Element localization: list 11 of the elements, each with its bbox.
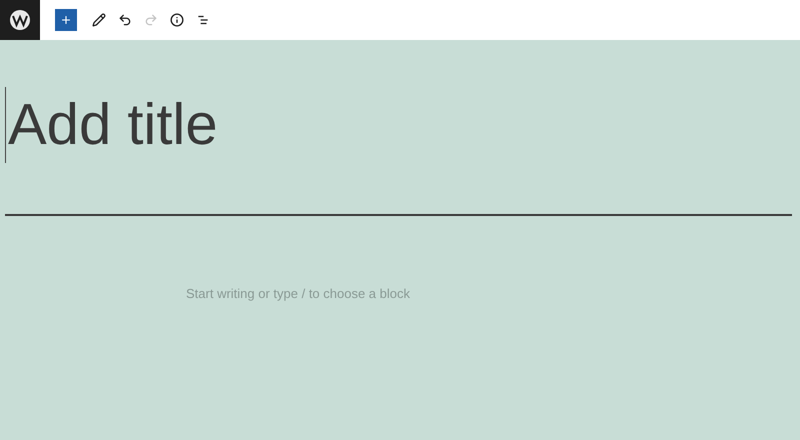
add-block-button[interactable]	[55, 9, 77, 31]
redo-icon	[144, 13, 158, 27]
undo-icon	[118, 13, 132, 27]
plus-icon	[60, 14, 72, 26]
pencil-icon	[92, 13, 106, 27]
info-icon	[170, 13, 184, 27]
logo-icon	[8, 8, 32, 32]
title-field[interactable]: Add title	[5, 87, 792, 163]
list-view-icon	[196, 13, 210, 27]
body-field[interactable]: Start writing or type / to choose a block	[186, 284, 586, 304]
logo-button[interactable]	[0, 0, 40, 40]
